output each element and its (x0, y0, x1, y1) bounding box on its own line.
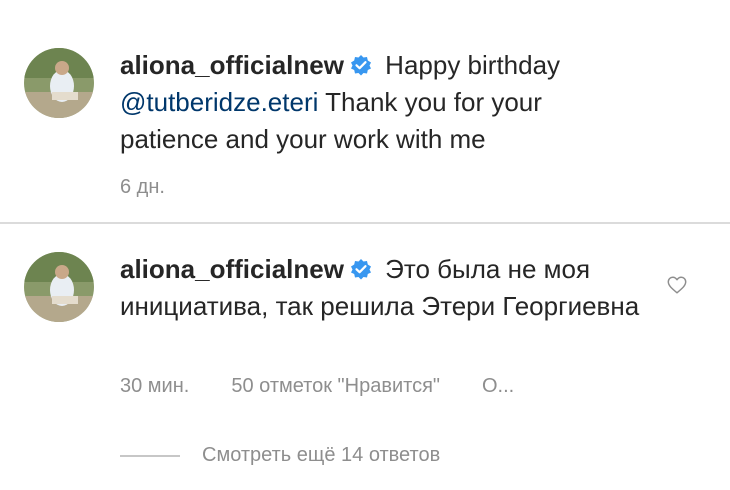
avatar[interactable] (24, 48, 94, 118)
username[interactable]: aliona_officialnew (120, 50, 344, 80)
verified-icon (350, 253, 372, 280)
username[interactable]: aliona_officialnew (120, 254, 344, 284)
view-more-replies-button[interactable]: Смотреть ещё 14 ответов (120, 444, 440, 467)
timestamp: 30 мин. (120, 375, 190, 397)
mention-link[interactable]: @tutberidze.eteri (120, 87, 318, 117)
heart-icon[interactable] (666, 274, 688, 296)
comment-1: aliona_officialnew Happy birthday @tutbe… (0, 0, 730, 222)
avatar[interactable] (24, 252, 94, 322)
reply-button[interactable]: О... (482, 375, 514, 397)
comment-meta: 30 мин. 50 отметок "Нравится" О... (120, 375, 556, 398)
comment-text: aliona_officialnew Это была не моя иници… (120, 251, 640, 325)
likes-count[interactable]: 50 отметок "Нравится" (231, 375, 440, 397)
view-more-label: Смотреть ещё 14 ответов (202, 444, 441, 466)
timestamp: 6 дн. (120, 176, 165, 198)
divider-line (120, 454, 180, 457)
comment-text: aliona_officialnew Happy birthday @tutbe… (120, 47, 640, 158)
comment-meta: 6 дн. (120, 176, 207, 199)
verified-icon (350, 49, 372, 76)
comment-body: Happy birthday (377, 50, 561, 80)
